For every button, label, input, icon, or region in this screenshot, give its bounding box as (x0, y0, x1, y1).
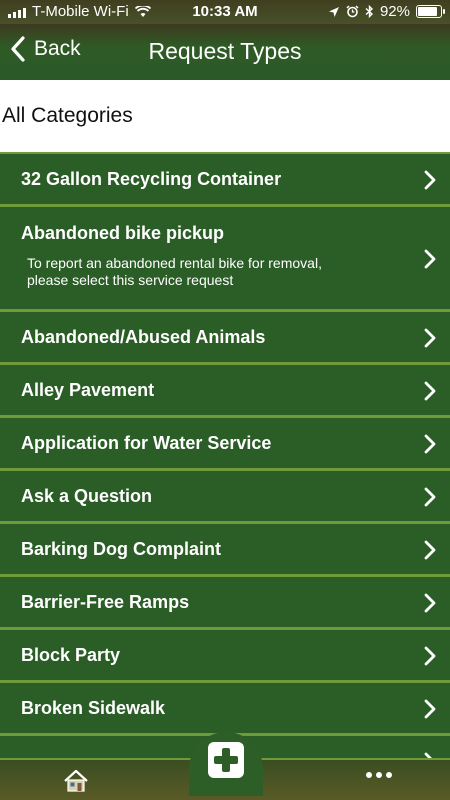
list-item-title: 32 Gallon Recycling Container (21, 169, 282, 189)
home-icon[interactable] (63, 768, 89, 794)
chevron-right-icon (424, 328, 436, 348)
category-header-label: All Categories (2, 104, 133, 127)
list-item[interactable]: Barking Dog Complaint (0, 522, 450, 576)
location-arrow-icon (328, 6, 339, 17)
list-item[interactable]: Block Party (0, 628, 450, 682)
chevron-left-icon (11, 36, 25, 62)
list-item-title: Application for Water Service (21, 433, 272, 453)
back-button[interactable]: Back (10, 36, 81, 62)
list-item[interactable]: Abandoned/Abused Animals (0, 310, 450, 364)
list-item[interactable]: Alley Pavement (0, 363, 450, 417)
chevron-right-icon (424, 170, 436, 190)
list-item[interactable]: 32 Gallon Recycling Container (0, 152, 450, 206)
list-item-title: Barrier-Free Ramps (21, 592, 190, 612)
status-bar: T-Mobile Wi-Fi 10:33 AM 92% (0, 0, 450, 24)
chevron-right-icon (424, 699, 436, 719)
chevron-right-icon (424, 487, 436, 507)
list-item-title: Abandoned/Abused Animals (21, 327, 266, 347)
add-button[interactable] (189, 732, 263, 796)
list-item[interactable]: Broken Sidewalk (0, 681, 450, 735)
list-item-title: Broken Sidewalk (21, 698, 166, 718)
alarm-icon (346, 5, 359, 18)
list-item-description: To report an abandoned rental bike for r… (27, 255, 322, 288)
list-item-title: Block Party (21, 645, 121, 665)
battery-fill (418, 7, 437, 16)
list-item-title: Ask a Question (21, 486, 153, 506)
bluetooth-icon (365, 5, 373, 18)
chevron-right-icon (424, 434, 436, 454)
chevron-right-icon (424, 593, 436, 613)
chevron-right-icon (424, 381, 436, 401)
list-item-title: Barking Dog Complaint (21, 539, 222, 559)
back-label: Back (34, 37, 81, 60)
navigation-bar: Back Request Types (0, 24, 450, 80)
status-right: 92% (328, 3, 445, 20)
request-type-list: 32 Gallon Recycling Container Abandoned … (0, 152, 450, 788)
list-item[interactable]: Abandoned bike pickup To report an aband… (0, 205, 450, 311)
list-item-title: Abandoned bike pickup (21, 223, 225, 243)
list-item[interactable]: Application for Water Service (0, 416, 450, 470)
add-icon (208, 742, 244, 778)
category-header: All Categories (0, 80, 450, 152)
chevron-right-icon (424, 540, 436, 560)
list-item-title: Alley Pavement (21, 380, 155, 400)
list-item[interactable]: Ask a Question (0, 469, 450, 523)
battery-percent: 92% (379, 3, 410, 20)
battery-icon (416, 5, 445, 18)
list-item[interactable]: Barrier-Free Ramps (0, 575, 450, 629)
chevron-right-icon (424, 249, 436, 269)
more-icon[interactable] (366, 772, 392, 778)
chevron-right-icon (424, 646, 436, 666)
